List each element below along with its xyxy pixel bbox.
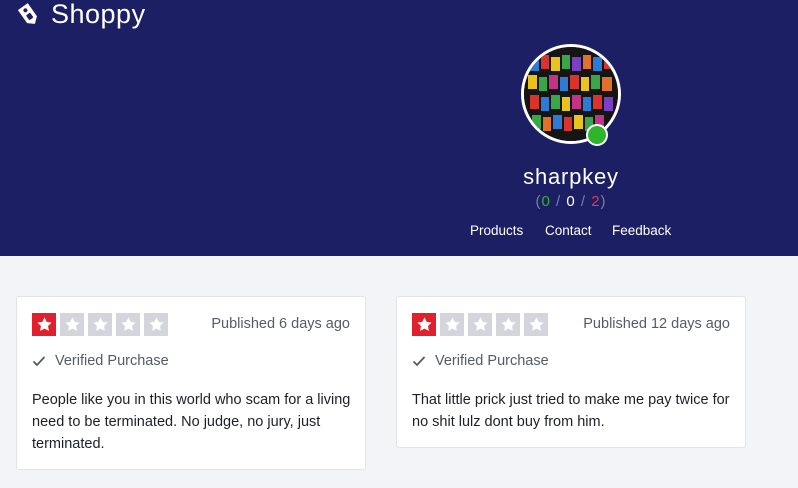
username: sharpkey [523,164,619,189]
brand[interactable]: Shoppy [15,0,146,29]
feedback-stats: (0 / 0 / 2) [471,193,671,210]
positive-count: 0 [541,193,551,210]
star-icon [440,313,464,336]
star-icon [116,313,140,336]
star-icon [60,313,84,336]
profile-nav: Products Contact Feedback [0,223,798,241]
neutral-count: 0 [566,193,576,210]
review-text: People like you in this world who scam f… [32,392,351,452]
brand-name: Shoppy [51,0,146,29]
verified-purchase: Verified Purchase [32,353,169,369]
stats-separator: / [575,193,592,210]
star-icon [412,313,436,336]
online-status-indicator [586,124,608,146]
review-text: That little prick just tried to make me … [412,392,730,430]
star-rating [32,313,172,336]
star-icon [32,313,56,336]
price-tag-icon [17,3,37,24]
nav-products[interactable]: Products [470,223,523,238]
negative-count: 2 [591,193,601,210]
checkmark-icon [412,356,426,367]
avatar [521,44,621,146]
star-icon [144,313,168,336]
published-date: Published 6 days ago [211,316,350,332]
star-icon [468,313,492,336]
checkmark-icon [32,356,46,367]
nav-contact[interactable]: Contact [545,223,592,238]
published-date: Published 12 days ago [583,316,730,332]
star-icon [524,313,548,336]
profile-header: Shoppy sharpkey (0 / 0 / 2) Products Con… [0,0,798,256]
stats-close-paren: ) [600,193,607,210]
review-card: Published 12 days ago Verified Purchase … [396,296,746,448]
verified-label: Verified Purchase [55,353,169,369]
nav-feedback[interactable]: Feedback [612,223,671,238]
stats-separator: / [550,193,567,210]
star-icon [88,313,112,336]
verified-purchase: Verified Purchase [412,353,549,369]
review-card: Published 6 days ago Verified Purchase P… [16,296,366,470]
verified-label: Verified Purchase [435,353,549,369]
star-rating [412,313,552,336]
star-icon [496,313,520,336]
